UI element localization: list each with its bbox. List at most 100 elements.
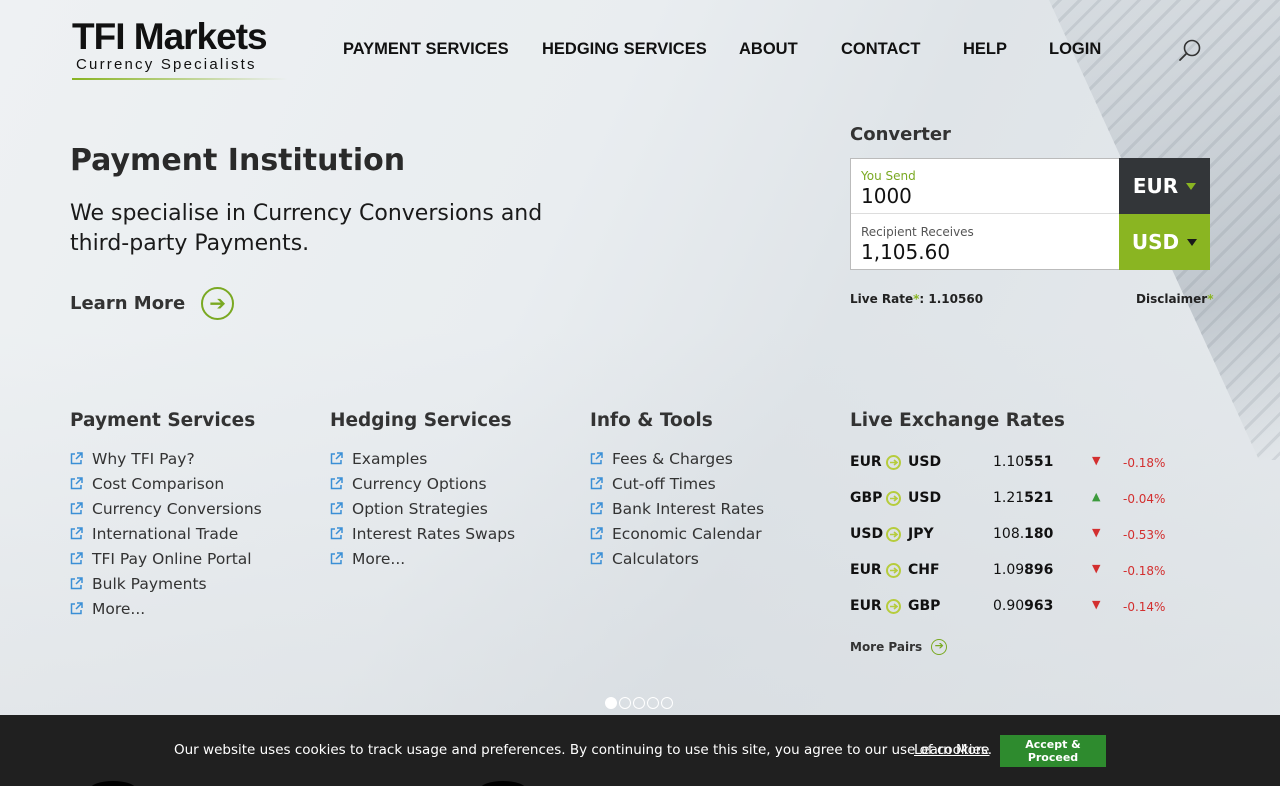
receive-currency-label: USD [1131,230,1180,254]
rate-to-currency: CHF [908,562,940,578]
rate-value-bold: 551 [1024,454,1054,470]
nav-payment-services[interactable]: PAYMENT SERVICES [343,40,509,59]
external-link-icon [70,527,83,540]
external-link-icon [590,477,603,490]
rate-table: EUR USD 1.10551 ▼ -0.18% GBP USD 1.21521… [850,446,1190,626]
external-link-icon [70,602,83,615]
slider-dots [605,697,673,709]
receive-row: Recipient Receives [851,215,1119,270]
nav-about[interactable]: ABOUT [739,40,798,59]
link-currency-options[interactable]: Currency Options [330,471,570,496]
logo-sub-text: Currency Specialists [76,56,257,73]
converter-box: You Send EUR Recipient Receives USD [850,158,1210,270]
link-currency-conversions[interactable]: Currency Conversions [70,496,310,521]
rate-value: 1.21521 [993,490,1053,506]
nav-help[interactable]: HELP [963,40,1007,59]
logo[interactable]: TFI Markets Currency Specialists [72,18,287,80]
link-more-payment[interactable]: More... [70,596,310,621]
rate-down-arrow-icon: ▼ [1092,526,1101,539]
rate-value: 1.10551 [993,454,1053,470]
hero-learn-more-link[interactable]: Learn More ➔ [70,287,235,320]
slider-dot-4[interactable] [647,697,659,709]
rate-down-arrow-icon: ▼ [1092,562,1101,575]
exchange-arrow-icon [886,527,901,542]
background-shape [480,781,526,786]
link-why-tfi-pay[interactable]: Why TFI Pay? [70,446,310,471]
send-amount-input[interactable] [861,183,1101,209]
link-label: Cut-off Times [612,474,716,493]
receive-amount-input[interactable] [861,239,1101,265]
rate-value-main: 1.09 [993,562,1025,578]
external-link-icon [330,502,343,515]
rate-from-currency: GBP [850,490,883,506]
slider-dot-5[interactable] [661,697,673,709]
slider-dot-2[interactable] [619,697,631,709]
live-rate-label: Live Rate [850,292,914,306]
link-label: Bulk Payments [92,574,207,593]
link-label: More... [352,549,406,568]
link-more-hedging[interactable]: More... [330,546,570,571]
accept-proceed-button[interactable]: Accept & Proceed [1000,735,1106,767]
link-cost-comparison[interactable]: Cost Comparison [70,471,310,496]
link-bulk-payments[interactable]: Bulk Payments [70,571,310,596]
link-examples[interactable]: Examples [330,446,570,471]
external-link-icon [330,552,343,565]
disclaimer-link[interactable]: Disclaimer* [1136,292,1214,306]
more-pairs-link[interactable]: More Pairs ➔ [850,639,948,655]
cookie-learn-more-link[interactable]: Learn More [914,742,990,758]
background-shape [90,781,136,786]
send-currency-select[interactable]: EUR [1119,158,1210,214]
external-link-icon [330,527,343,540]
link-label: Calculators [612,549,699,568]
column-title: Info & Tools [590,410,713,431]
rate-up-arrow-icon: ▲ [1092,490,1101,503]
rate-value-bold: 180 [1024,526,1054,542]
rate-row[interactable]: EUR USD 1.10551 ▼ -0.18% [850,446,1190,482]
slider-dot-3[interactable] [633,697,645,709]
disclaimer-star: * [1207,292,1214,306]
external-link-icon [70,502,83,515]
exchange-arrow-icon [886,491,901,506]
receive-label: Recipient Receives [861,225,974,239]
link-label: Economic Calendar [612,524,762,543]
link-interest-rates-swaps[interactable]: Interest Rates Swaps [330,521,570,546]
rate-from-currency: USD [850,526,884,542]
link-label: Examples [352,449,428,468]
rate-to-currency: GBP [908,598,941,614]
cookie-text: Our website uses cookies to track usage … [174,742,993,758]
rate-change: -0.18% [1123,564,1166,578]
converter-title: Converter [850,124,951,145]
slider-dot-1[interactable] [605,697,617,709]
nav-contact[interactable]: CONTACT [841,40,920,59]
logo-main-text: TFI Markets [72,16,268,57]
rate-row[interactable]: GBP USD 1.21521 ▲ -0.04% [850,482,1190,518]
link-economic-calendar[interactable]: Economic Calendar [590,521,830,546]
link-option-strategies[interactable]: Option Strategies [330,496,570,521]
rate-row[interactable]: EUR GBP 0.90963 ▼ -0.14% [850,590,1190,626]
link-bank-interest-rates[interactable]: Bank Interest Rates [590,496,830,521]
link-calculators[interactable]: Calculators [590,546,830,571]
rate-value: 1.09896 [993,562,1053,578]
link-label: Currency Conversions [92,499,262,518]
external-link-icon [70,552,83,565]
link-fees-charges[interactable]: Fees & Charges [590,446,830,471]
receive-currency-select[interactable]: USD [1119,214,1210,270]
nav-hedging-services[interactable]: HEDGING SERVICES [542,40,707,59]
send-currency-label: EUR [1132,174,1179,198]
link-international-trade[interactable]: International Trade [70,521,310,546]
rates-title: Live Exchange Rates [850,410,1065,431]
link-tfi-pay-online-portal[interactable]: TFI Pay Online Portal [70,546,310,571]
rate-to-currency: JPY [908,526,934,542]
rate-down-arrow-icon: ▼ [1092,598,1101,611]
link-label: Cost Comparison [92,474,225,493]
rate-from-currency: EUR [850,598,882,614]
rate-value: 108.180 [993,526,1053,542]
rate-row[interactable]: USD JPY 108.180 ▼ -0.53% [850,518,1190,554]
cookie-banner: Our website uses cookies to track usage … [0,715,1280,786]
search-icon[interactable] [1177,38,1203,64]
nav-login[interactable]: LOGIN [1049,40,1101,59]
rate-change: -0.18% [1123,456,1166,470]
rate-row[interactable]: EUR CHF 1.09896 ▼ -0.18% [850,554,1190,590]
link-cut-off-times[interactable]: Cut-off Times [590,471,830,496]
external-link-icon [590,502,603,515]
